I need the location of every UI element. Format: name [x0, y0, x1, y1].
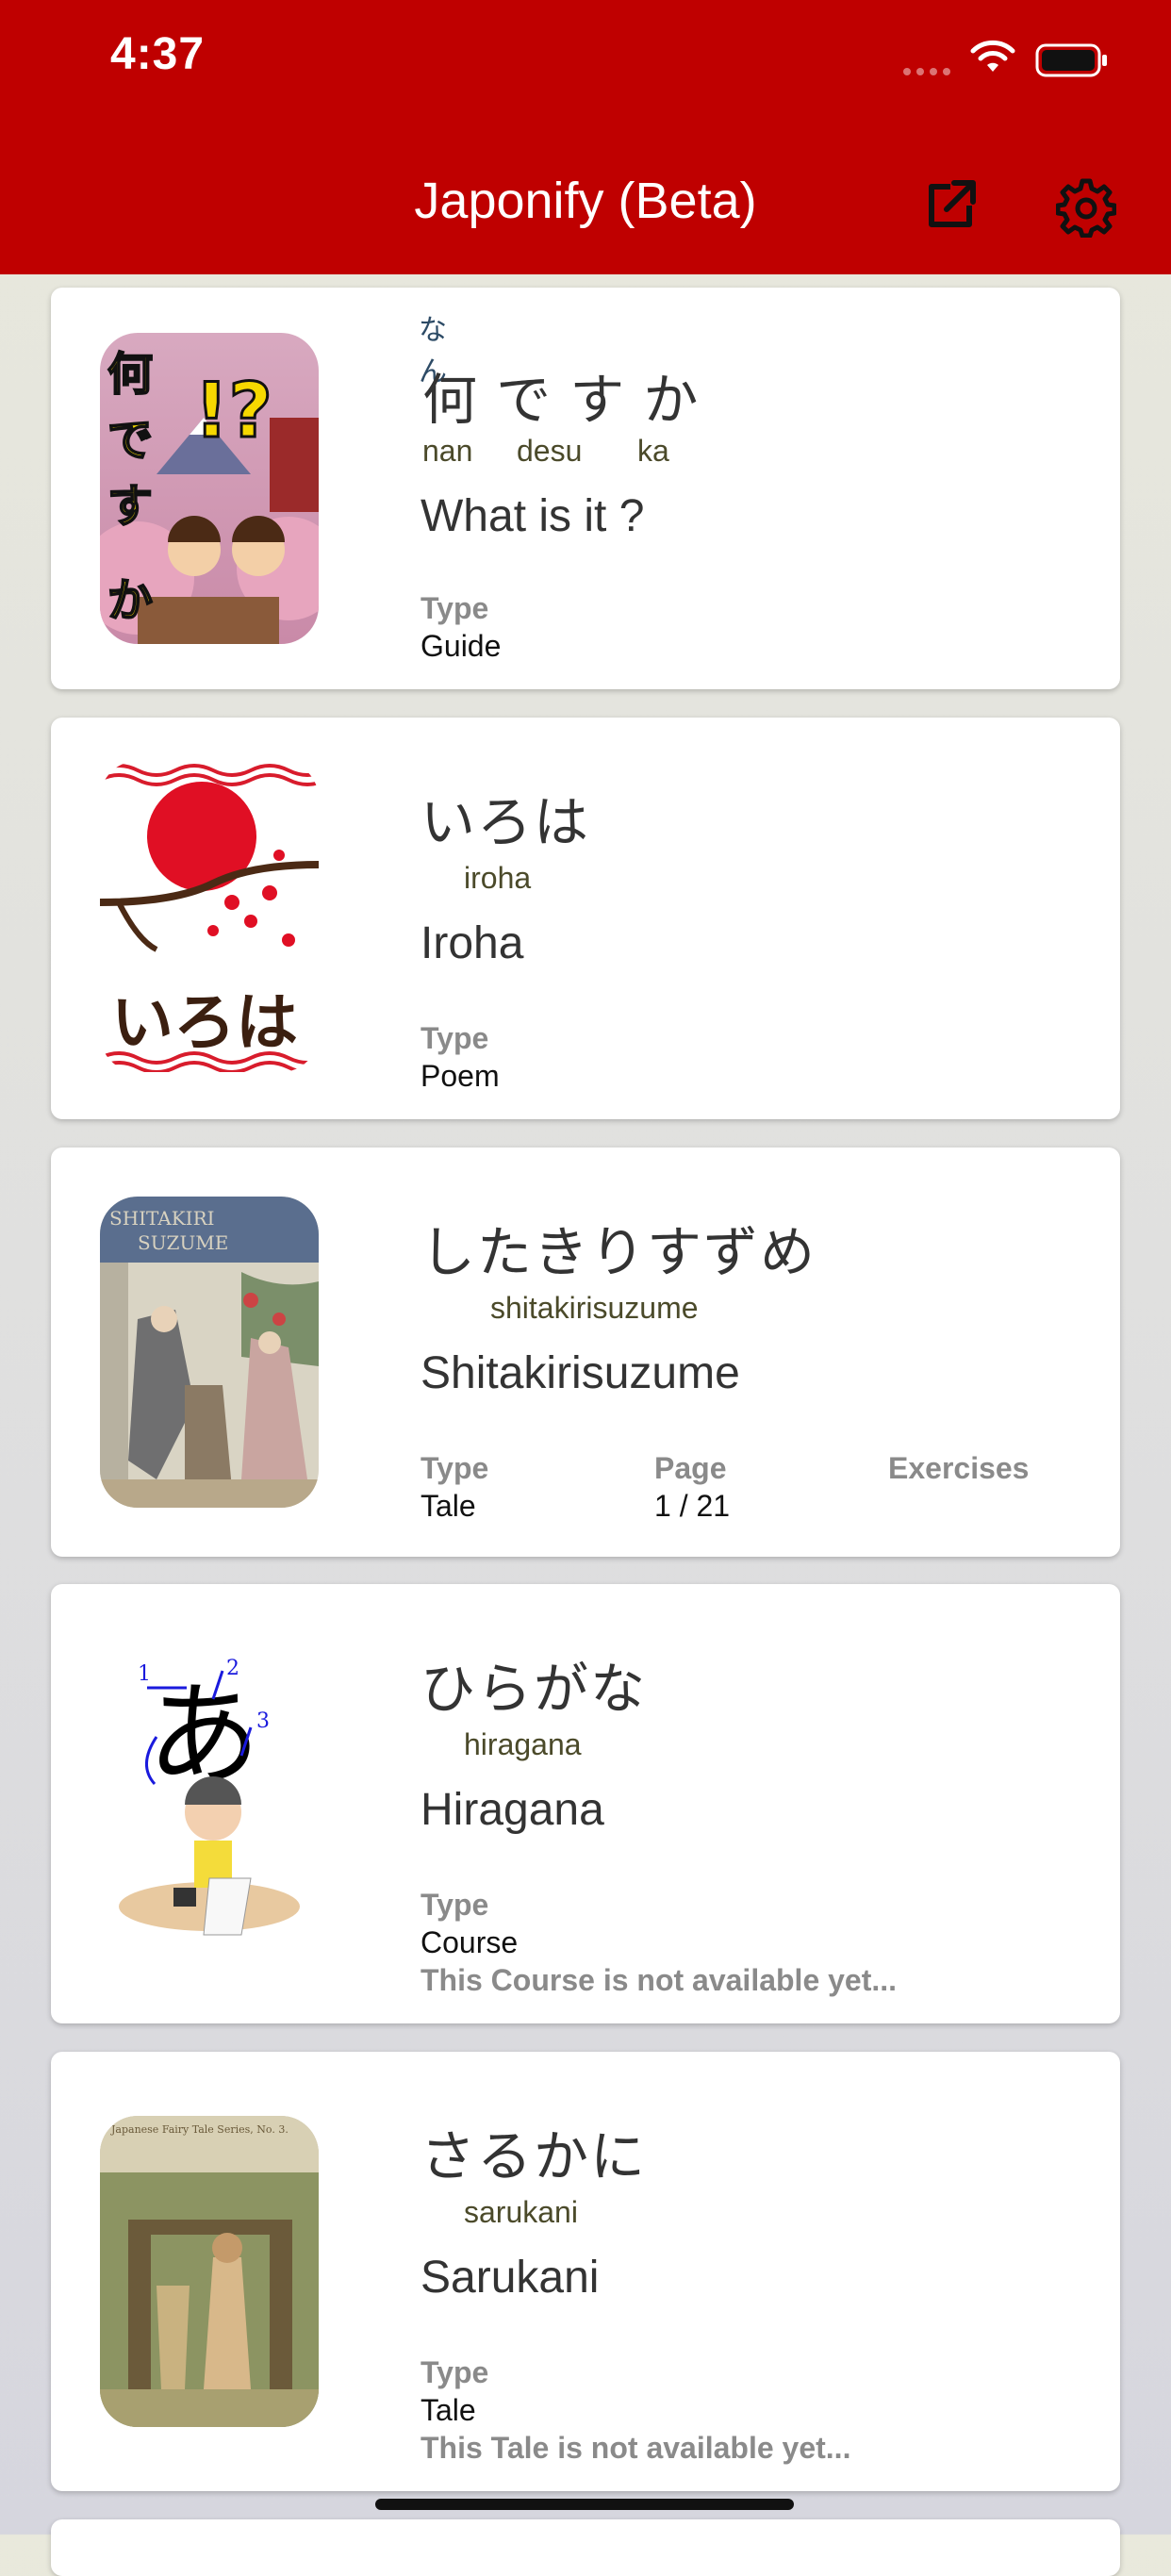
romaji-text: hiragana	[464, 1727, 582, 1761]
lesson-card-iroha[interactable]: いろは いろは iroha Iroha Type Poem	[51, 718, 1120, 1119]
lesson-card-sarukani[interactable]: Japanese Fairy Tale Series, No. 3. さるかに …	[51, 2052, 1120, 2491]
status-time: 4:37	[110, 29, 206, 79]
japanese-title: さるかに	[421, 2126, 648, 2188]
svg-text:す: す	[107, 480, 153, 533]
romaji-text: desu	[517, 434, 583, 468]
type-value: Tale	[421, 1489, 476, 1523]
availability-note: This Tale is not available yet...	[421, 2431, 851, 2465]
svg-text:か: か	[107, 574, 153, 627]
page-label: Page	[654, 1451, 727, 1485]
type-label: Type	[421, 1021, 489, 1055]
svg-text:SUZUME: SUZUME	[138, 1231, 228, 1254]
svg-text:SHITAKIRI: SHITAKIRI	[109, 1207, 215, 1230]
app-title: Japonify (Beta)	[414, 173, 757, 229]
card-thumbnail: いろは	[100, 761, 319, 1072]
gear-icon[interactable]	[1056, 177, 1116, 238]
card-thumbnail: Japanese Fairy Tale Series, No. 3.	[100, 2116, 319, 2427]
english-title: Iroha	[421, 918, 524, 968]
cellular-signal-icon	[903, 68, 950, 75]
battery-icon	[1035, 43, 1107, 77]
type-value: Course	[421, 1925, 519, 1959]
card-thumbnail: 何 で す か !?	[100, 333, 319, 644]
romaji-text: nan	[422, 434, 473, 468]
japanese-title: したきりすずめ	[421, 1222, 817, 1283]
japanese-title: いろは	[421, 792, 591, 853]
card-thumbnail: SHITAKIRI SUZUME	[100, 1197, 319, 1508]
card-thumbnail: あ 1 2 3	[100, 1643, 319, 1954]
svg-text:いろは: いろは	[111, 986, 298, 1059]
romaji-text: shitakirisuzume	[490, 1291, 699, 1325]
lesson-card-shitakirisuzume[interactable]: SHITAKIRI SUZUME したきりすずめ shitakirisuzume…	[51, 1148, 1120, 1557]
svg-text:1: 1	[138, 1662, 151, 1686]
external-link-icon[interactable]	[922, 177, 979, 234]
app-header: 4:37 Japonify (Beta)	[0, 0, 1171, 274]
svg-text:3: 3	[256, 1709, 270, 1733]
japanese-title: 何 で す か	[422, 370, 701, 431]
type-value: Guide	[421, 629, 502, 663]
english-title: Hiragana	[421, 1785, 604, 1835]
home-indicator[interactable]	[375, 2499, 794, 2510]
type-label: Type	[421, 2355, 489, 2389]
type-label: Type	[421, 1451, 489, 1485]
japanese-title: ひらがな	[421, 1659, 648, 1720]
thumbnail-caption: Japanese Fairy Tale Series, No. 3.	[110, 2123, 289, 2136]
type-value: Poem	[421, 1059, 500, 1093]
lesson-card-next[interactable]	[51, 2519, 1120, 2576]
lesson-card-hiragana[interactable]: あ 1 2 3 ひらがな hiragana Hiragana Type Cour…	[51, 1584, 1120, 2023]
type-label: Type	[421, 591, 489, 625]
english-title: Sarukani	[421, 2253, 600, 2303]
romaji-text: iroha	[464, 861, 532, 895]
english-title: What is it ?	[421, 491, 645, 541]
english-title: Shitakirisuzume	[421, 1348, 740, 1398]
lesson-card-nandesuka[interactable]: 何 で す か !? なん 何 で す か nan desu ka What i…	[51, 288, 1120, 689]
type-value: Tale	[421, 2393, 476, 2427]
wifi-icon	[970, 40, 1015, 72]
romaji-text: ka	[637, 434, 669, 468]
romaji-text: sarukani	[464, 2195, 578, 2229]
page-value: 1 / 21	[654, 1489, 731, 1523]
svg-text:2: 2	[226, 1657, 239, 1680]
svg-text:で: で	[107, 414, 153, 467]
svg-text:!?: !?	[194, 367, 272, 454]
exercises-label: Exercises	[888, 1451, 1030, 1485]
type-label: Type	[421, 1888, 489, 1922]
svg-text:何: 何	[107, 348, 153, 401]
availability-note: This Course is not available yet...	[421, 1963, 898, 1997]
